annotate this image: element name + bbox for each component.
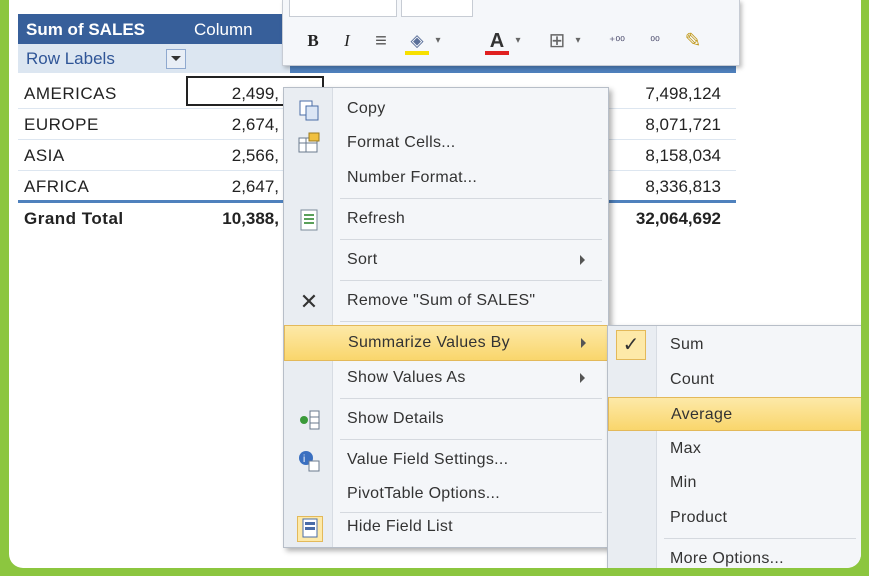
pivot-header-row: Sum of SALES Column (18, 14, 290, 44)
submenu-separator (664, 538, 856, 539)
menu-item-label: Show Details (347, 410, 444, 427)
fill-color-dropdown-icon[interactable]: ▾ (433, 28, 443, 54)
font-size-box[interactable] (401, 0, 473, 17)
font-color-dropdown-icon[interactable]: ▾ (513, 28, 523, 54)
submenu-item-label: Sum (670, 336, 704, 353)
menu-item-format-cells[interactable]: Format Cells... (284, 126, 608, 162)
bold-button[interactable]: B (301, 28, 325, 54)
fill-color-swatch (405, 51, 429, 55)
menu-separator (340, 198, 602, 199)
menu-item-label: Copy (347, 100, 386, 117)
menu-separator (340, 398, 602, 399)
menu-item-label: Refresh (347, 210, 406, 227)
mini-toolbar: B I ≡ ◈ ▾ A ▾ ⊞ ▾ ⁺⁰⁰ ⁰⁰ ✎ (282, 0, 740, 66)
value-field-settings-icon: i (297, 449, 321, 473)
menu-item-copy[interactable]: Copy (284, 92, 608, 128)
cell-asia-total[interactable]: 8,158,034 (609, 146, 721, 166)
decrease-decimal-button[interactable]: ⁰⁰ (641, 28, 669, 54)
show-details-icon (297, 408, 321, 432)
submenu-item-average[interactable]: Average (608, 397, 861, 431)
submenu-item-label: More Options... (670, 550, 784, 567)
menu-item-label: Remove "Sum of SALES" (347, 292, 536, 309)
menu-item-label: Show Values As (347, 369, 466, 386)
submenu-item-label: Product (670, 509, 728, 526)
menu-item-hide-field-list[interactable]: Hide Field List (284, 510, 608, 546)
menu-separator (340, 321, 602, 322)
sum-of-sales-header[interactable]: Sum of SALES (26, 20, 145, 40)
menu-item-show-values-as[interactable]: Show Values As (284, 361, 608, 397)
row-label-grand-total[interactable]: Grand Total (24, 209, 124, 229)
center-align-button[interactable]: ≡ (369, 28, 393, 54)
row-label-asia[interactable]: ASIA (24, 146, 65, 166)
summarize-values-submenu: ✓ Sum Count Average Max Min Product More… (607, 325, 861, 568)
borders-dropdown-icon[interactable]: ▾ (573, 28, 583, 54)
font-color-swatch (485, 51, 509, 55)
refresh-icon (297, 208, 321, 232)
menu-item-label: Summarize Values By (348, 334, 510, 351)
menu-item-label: Hide Field List (347, 518, 453, 535)
cell-africa-total[interactable]: 8,336,813 (609, 177, 721, 197)
submenu-arrow-icon (580, 373, 585, 383)
submenu-arrow-icon (581, 338, 586, 348)
format-cells-icon (297, 132, 321, 156)
submenu-item-label: Average (671, 406, 733, 423)
menu-item-sort[interactable]: Sort (284, 243, 608, 279)
menu-separator (340, 439, 602, 440)
submenu-item-more-options[interactable]: More Options... (608, 542, 861, 568)
paint-bucket-icon: ◈ (410, 31, 424, 50)
row-labels-filter-dropdown[interactable] (166, 49, 186, 69)
cell-africa-2022[interactable]: 2,647, (189, 177, 279, 197)
submenu-item-max[interactable]: Max (608, 432, 861, 466)
checkmark-icon: ✓ (616, 330, 646, 360)
cell-americas-total[interactable]: 7,498,124 (609, 84, 721, 104)
menu-separator (340, 239, 602, 240)
submenu-item-label: Min (670, 474, 697, 491)
screenshot-frame: Sum of SALES Column Row Labels 2022 2023… (9, 0, 861, 568)
menu-item-pivottable-options[interactable]: PivotTable Options... (284, 477, 608, 513)
menu-item-summarize-values-by[interactable]: Summarize Values By (284, 325, 608, 361)
svg-text:i: i (303, 454, 305, 465)
menu-item-label: Value Field Settings... (347, 451, 509, 468)
fill-color-button[interactable]: ◈ (403, 28, 431, 55)
cell-europe-total[interactable]: 8,071,721 (609, 115, 721, 135)
remove-icon: ✕ (299, 289, 319, 314)
context-menu: Copy Format Cells... Number Format... Re… (283, 87, 609, 548)
italic-button[interactable]: I (335, 28, 359, 54)
menu-item-number-format[interactable]: Number Format... (284, 161, 608, 197)
submenu-item-count[interactable]: Count (608, 363, 861, 397)
menu-item-label: Sort (347, 251, 378, 268)
row-labels-header[interactable]: Row Labels (26, 49, 115, 69)
submenu-item-product[interactable]: Product (608, 501, 861, 535)
font-name-box[interactable] (289, 0, 397, 17)
row-label-africa[interactable]: AFRICA (24, 177, 89, 197)
cell-grand-total[interactable]: 32,064,692 (609, 209, 721, 229)
format-painter-button[interactable]: ✎ (679, 28, 707, 54)
menu-item-refresh[interactable]: Refresh (284, 202, 608, 238)
menu-item-show-details[interactable]: Show Details (284, 402, 608, 438)
cell-grand-total-2022[interactable]: 10,388, (189, 209, 279, 229)
field-list-icon (297, 516, 323, 542)
cell-asia-2022[interactable]: 2,566, (189, 146, 279, 166)
font-color-letter-icon: A (489, 30, 505, 52)
menu-item-label: PivotTable Options... (347, 485, 501, 502)
borders-button[interactable]: ⊞ (545, 28, 569, 54)
column-labels-header[interactable]: Column (194, 20, 253, 40)
font-color-button[interactable]: A (483, 28, 511, 55)
cell-europe-2022[interactable]: 2,674, (189, 115, 279, 135)
menu-item-label: Format Cells... (347, 134, 456, 151)
menu-item-remove-field[interactable]: ✕ Remove "Sum of SALES" (284, 284, 608, 320)
row-label-europe[interactable]: EUROPE (24, 115, 99, 135)
submenu-item-label: Count (670, 371, 715, 388)
copy-icon (297, 98, 321, 122)
menu-separator (340, 280, 602, 281)
submenu-arrow-icon (580, 255, 585, 265)
menu-item-label: Number Format... (347, 169, 478, 186)
submenu-item-label: Max (670, 440, 702, 457)
increase-decimal-button[interactable]: ⁺⁰⁰ (603, 28, 631, 54)
submenu-item-min[interactable]: Min (608, 466, 861, 500)
menu-item-value-field-settings[interactable]: i Value Field Settings... (284, 443, 608, 479)
row-label-americas[interactable]: AMERICAS (24, 84, 117, 104)
submenu-item-sum[interactable]: ✓ Sum (608, 328, 861, 362)
